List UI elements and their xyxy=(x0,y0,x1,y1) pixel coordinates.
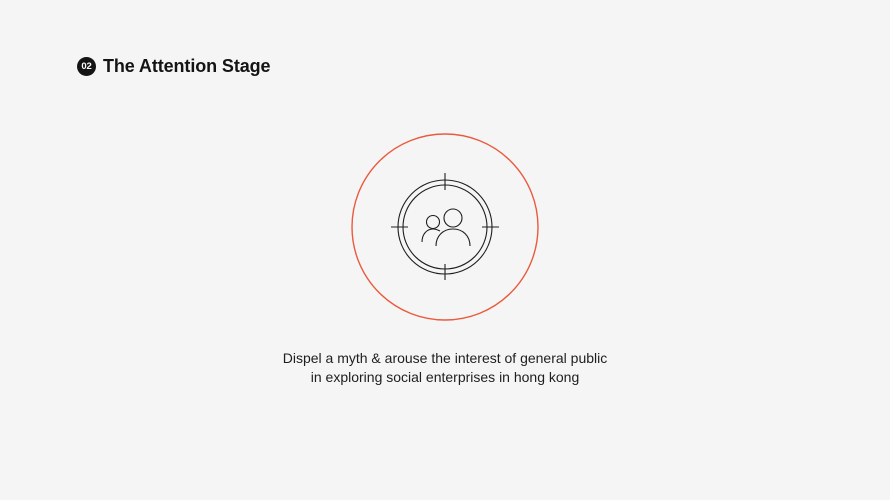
people-icon xyxy=(421,208,471,247)
stage-description: Dispel a myth & arouse the interest of g… xyxy=(195,349,695,387)
outer-ring xyxy=(351,133,539,321)
description-line-2: in exploring social enterprises in hong … xyxy=(310,369,580,385)
section-heading: 02 The Attention Stage xyxy=(77,56,271,77)
audience-target-icon xyxy=(351,133,539,321)
description-line-1: Dispel a myth & arouse the interest of g… xyxy=(282,350,608,366)
crosshair-icon xyxy=(391,173,499,280)
step-number-badge: 02 xyxy=(77,57,96,76)
audience-target-emblem xyxy=(350,133,540,323)
stage-title: The Attention Stage xyxy=(103,56,271,76)
